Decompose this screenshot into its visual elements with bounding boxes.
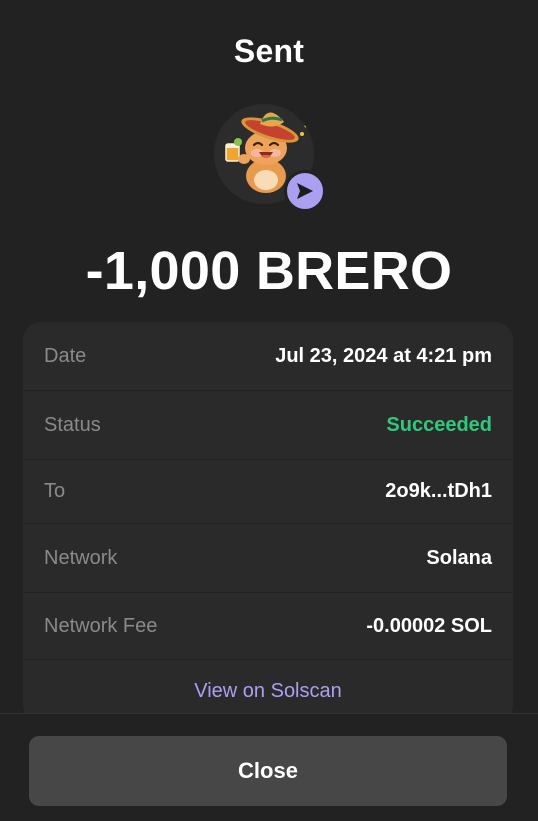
transaction-amount: -1,000 BRERO — [85, 241, 453, 301]
detail-label: Network — [44, 546, 118, 569]
detail-row-to[interactable]: To 2o9k...tDh1 — [23, 460, 513, 524]
detail-label: Status — [44, 413, 101, 436]
close-button[interactable]: Close — [29, 736, 507, 806]
detail-label: To — [44, 480, 66, 502]
recipient-address[interactable]: 2o9k...tDh1 — [385, 480, 492, 503]
transaction-detail-screen: Sent -1,000 BRERO Date Jul 23, 2024 at 4… — [0, 0, 538, 821]
detail-value: -0.00002 SOL — [366, 614, 492, 637]
page-title: Sent — [233, 33, 305, 69]
detail-row-network: Network Solana — [23, 524, 513, 593]
token-avatar-group — [214, 104, 326, 212]
detail-label: Date — [44, 344, 87, 367]
send-arrow-icon — [284, 170, 326, 212]
detail-value: Solana — [426, 546, 492, 569]
detail-value: Jul 23, 2024 at 4:21 pm — [275, 344, 492, 367]
detail-row-status: Status Succeeded — [23, 391, 513, 460]
transaction-details-card: Date Jul 23, 2024 at 4:21 pm Status Succ… — [23, 322, 513, 722]
detail-row-date: Date Jul 23, 2024 at 4:21 pm — [23, 322, 513, 391]
detail-row-network-fee: Network Fee -0.00002 SOL — [23, 593, 513, 660]
status-badge: Succeeded — [386, 413, 492, 436]
detail-label: Network Fee — [44, 614, 158, 637]
